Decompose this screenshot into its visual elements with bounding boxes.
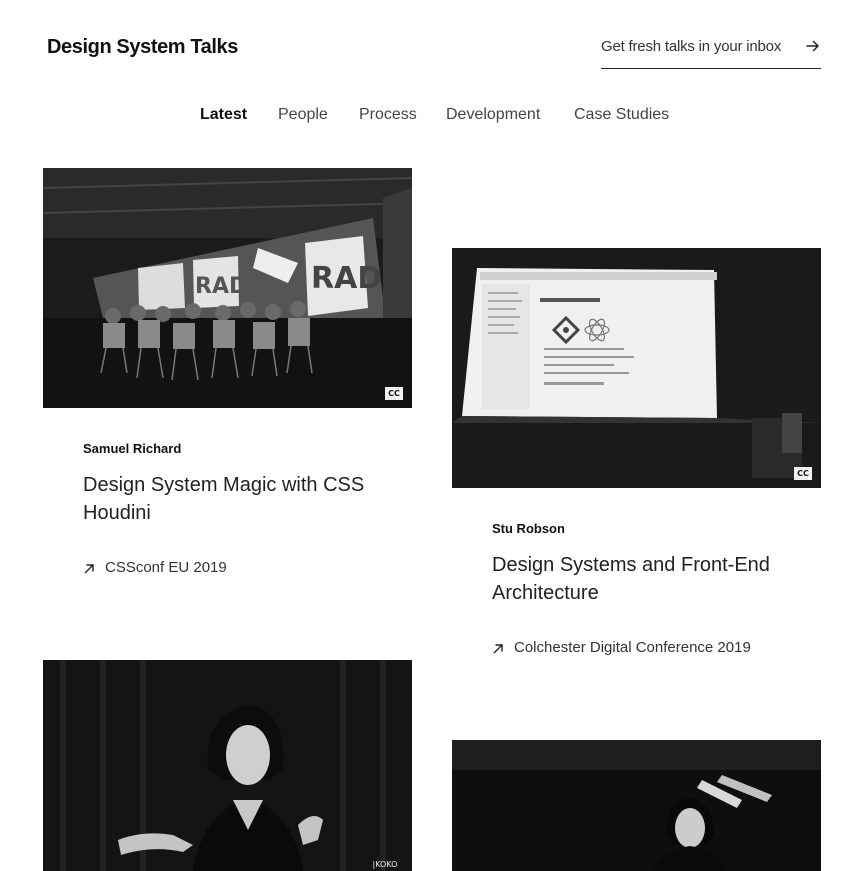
tab-case-studies[interactable]: Case Studies [574, 106, 669, 124]
event-name: Colchester Digital Conference 2019 [514, 639, 751, 656]
talk-card[interactable]: RAD RAD CC Samuel Richard Design System … [43, 168, 412, 598]
talk-title[interactable]: Design System Magic with CSS Houdini [83, 471, 383, 527]
talk-card[interactable]: CC Stu Robson Design Systems and Front-E… [452, 248, 821, 678]
tab-process[interactable]: Process [359, 106, 417, 124]
event-name: CSSconf EU 2019 [105, 559, 227, 576]
category-nav: Latest People Process Development Case S… [0, 106, 862, 132]
tab-latest[interactable]: Latest [200, 106, 247, 124]
cc-license-badge: CC [385, 387, 403, 400]
talk-thumbnail[interactable]: |KOKO [43, 660, 412, 871]
projected-screen-image [452, 248, 821, 488]
conference-stage-image: RAD RAD [43, 168, 412, 408]
svg-text:RAD: RAD [195, 274, 247, 299]
speaker-name: Stu Robson [492, 521, 565, 536]
talk-thumbnail[interactable]: CC [452, 248, 821, 488]
cc-license-badge: CC [794, 467, 812, 480]
speaker-name: Samuel Richard [83, 441, 182, 456]
svg-text:RAD: RAD [311, 261, 382, 296]
talk-thumbnail[interactable]: RAD RAD CC [43, 168, 412, 408]
speaker-on-stage-image [43, 660, 412, 871]
site-title[interactable]: Design System Talks [47, 36, 238, 59]
tab-development[interactable]: Development [446, 106, 540, 124]
speaker-on-stage-image [452, 740, 821, 871]
arrow-right-icon [806, 40, 819, 52]
arrow-up-right-icon [84, 564, 94, 574]
talk-card[interactable] [452, 740, 821, 871]
tab-people[interactable]: People [278, 106, 328, 124]
talk-card[interactable]: |KOKO [43, 660, 412, 871]
talk-thumbnail[interactable] [452, 740, 821, 871]
subscribe-label: Get fresh talks in your inbox [601, 38, 782, 55]
image-watermark: |KOKO [372, 860, 398, 869]
site-header: Design System Talks Get fresh talks in y… [0, 0, 862, 90]
subscribe-link[interactable]: Get fresh talks in your inbox [601, 36, 821, 69]
arrow-up-right-icon [493, 644, 503, 654]
talk-title[interactable]: Design Systems and Front-End Architectur… [492, 551, 792, 607]
